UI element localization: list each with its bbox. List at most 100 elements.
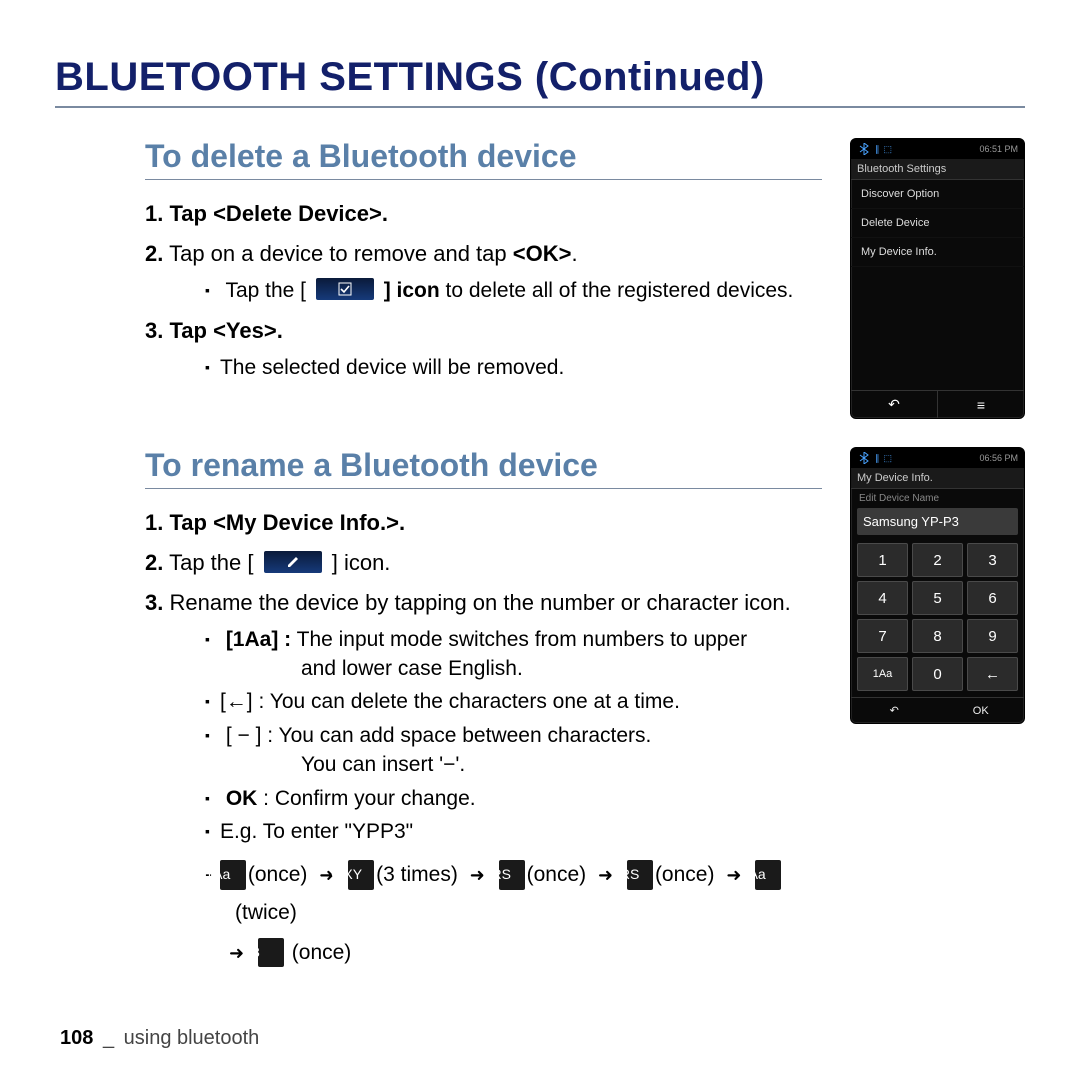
- section-rename: To rename a Bluetooth device 1. Tap <My …: [55, 447, 1025, 980]
- phone-screenshot-2: ∥ ⬚ 06:56 PM My Device Info. Edit Device…: [850, 447, 1025, 724]
- step: 2. Tap on a device to remove and tap <OK…: [145, 238, 822, 305]
- step-number: 3.: [145, 318, 163, 343]
- checkbox-icon: [316, 278, 374, 300]
- step-text: .: [571, 241, 577, 266]
- bullet-label: OK: [226, 787, 258, 810]
- keypad-key-mode: 1Aa: [857, 657, 908, 691]
- key-chip: 1Aa: [220, 860, 246, 889]
- bullet-text: Tap the [: [225, 279, 306, 302]
- bullet-text: The input mode switches from numbers to …: [291, 628, 747, 651]
- keypad-key: 0: [912, 657, 963, 691]
- keypad-key: 9: [967, 619, 1018, 653]
- keypad-key: 7: [857, 619, 908, 653]
- arrow-icon: ➜: [229, 943, 244, 963]
- step: 2. Tap the [ ] icon.: [145, 547, 822, 579]
- step-text: Tap the [: [169, 550, 253, 575]
- bullet-text: : Confirm your change.: [257, 787, 475, 810]
- example-sequence: - 1Aa(once) ➜ WXY(3 times) ➜ PRS(once) ➜…: [235, 856, 822, 932]
- arrow-icon: ➜: [726, 865, 741, 885]
- status-time: 06:51 PM: [979, 144, 1018, 154]
- step-number: 2.: [145, 550, 163, 575]
- section2-heading: To rename a Bluetooth device: [145, 447, 822, 489]
- step-text: .: [382, 201, 388, 226]
- bullet-text: ] icon: [384, 279, 440, 302]
- bullet-text: to delete all of the registered devices.: [440, 279, 794, 302]
- pause-icon: ∥: [875, 144, 880, 155]
- section-delete: To delete a Bluetooth device 1. Tap <Del…: [55, 138, 1025, 419]
- repeat-label: (once): [527, 863, 587, 886]
- phone1-header: Bluetooth Settings: [851, 159, 1024, 180]
- bullet: [1Aa] : The input mode switches from num…: [205, 625, 822, 684]
- bullet: OK : Confirm your change.: [205, 784, 822, 813]
- back-icon: ↶: [851, 391, 938, 418]
- step: 1. Tap <Delete Device>.: [145, 198, 822, 230]
- bullet-label: [1Aa] :: [226, 628, 291, 651]
- bullet-text-cont: You can insert '−'.: [225, 750, 822, 779]
- step-text: ] icon.: [332, 550, 391, 575]
- key-chip: WXY: [348, 860, 374, 889]
- key-chip: 1Aa: [755, 860, 781, 889]
- section1-heading: To delete a Bluetooth device: [145, 138, 822, 180]
- bullet: [←] : You can delete the characters one …: [205, 687, 822, 716]
- repeat-label: (once): [292, 941, 352, 964]
- step: 1. Tap <My Device Info.>.: [145, 507, 822, 539]
- page-footer: 108 _ using bluetooth: [60, 1027, 259, 1050]
- keypad-key: 4: [857, 581, 908, 615]
- repeat-label: (3 times): [376, 863, 458, 886]
- edit-icon: [264, 551, 322, 573]
- page-title: BLUETOOTH SETTINGS (Continued): [55, 55, 1025, 108]
- step-text: Tap: [169, 510, 213, 535]
- phone-menu-item: Discover Option: [851, 180, 1024, 209]
- back-icon: ↶: [851, 698, 938, 723]
- step-text: Tap: [169, 318, 213, 343]
- step-text: .: [399, 510, 405, 535]
- ok-button: OK: [938, 698, 1025, 723]
- step-text: Tap: [169, 201, 213, 226]
- example-sequence-cont: ➜ 3 (once): [253, 934, 822, 972]
- step-number: 1.: [145, 201, 163, 226]
- step-text: Tap on a device to remove and tap: [169, 241, 513, 266]
- phone-menu-item: My Device Info.: [851, 238, 1024, 267]
- step-text-bold: <OK>: [513, 241, 572, 266]
- field-label: Edit Device Name: [851, 489, 1024, 504]
- bullet: The selected device will be removed.: [205, 353, 822, 382]
- keypad-key: 3: [967, 543, 1018, 577]
- step-number: 2.: [145, 241, 163, 266]
- keypad-key: 6: [967, 581, 1018, 615]
- menu-icon: ≡: [938, 391, 1024, 418]
- status-time: 06:56 PM: [979, 453, 1018, 463]
- repeat-label: (twice): [235, 901, 297, 924]
- key-chip: PRS: [627, 860, 653, 889]
- step: 3. Tap <Yes>. The selected device will b…: [145, 315, 822, 382]
- step-text-bold: <Yes>: [213, 318, 277, 343]
- bullet-text-cont: and lower case English.: [225, 654, 822, 683]
- keypad-key-backspace: ←: [967, 657, 1018, 691]
- keypad-key: 8: [912, 619, 963, 653]
- keypad-key: 5: [912, 581, 963, 615]
- bluetooth-icon: [857, 451, 871, 465]
- battery-icon: ⬚: [884, 453, 893, 464]
- phone-screenshot-1: ∥ ⬚ 06:51 PM Bluetooth Settings Discover…: [850, 138, 1025, 419]
- device-name-field: Samsung YP-P3: [857, 508, 1018, 535]
- step-text: .: [277, 318, 283, 343]
- key-chip: PRS: [499, 860, 525, 889]
- pause-icon: ∥: [875, 453, 880, 464]
- footer-sep: _: [103, 1027, 114, 1049]
- bullet-text: [ − ] : You can add space between charac…: [226, 724, 652, 747]
- bluetooth-icon: [857, 142, 871, 156]
- keypad: 1 2 3 4 5 6 7 8 9 1Aa 0 ←: [851, 539, 1024, 697]
- phone-menu-item: Delete Device: [851, 209, 1024, 238]
- bullet: [ − ] : You can add space between charac…: [205, 721, 822, 780]
- battery-icon: ⬚: [884, 144, 893, 155]
- page-number: 108: [60, 1027, 93, 1049]
- key-chip: 3: [258, 938, 284, 967]
- step-text-bold: <My Device Info.>: [213, 510, 399, 535]
- bullet: Tap the [ ] icon to delete all of the re…: [205, 276, 822, 305]
- step-text-bold: <Delete Device>: [213, 201, 382, 226]
- step-text: Rename the device by tapping on the numb…: [169, 590, 790, 615]
- bullet: E.g. To enter "YPP3": [205, 817, 822, 846]
- step-number: 3.: [145, 590, 163, 615]
- keypad-key: 1: [857, 543, 908, 577]
- repeat-label: (once): [655, 863, 715, 886]
- keypad-key: 2: [912, 543, 963, 577]
